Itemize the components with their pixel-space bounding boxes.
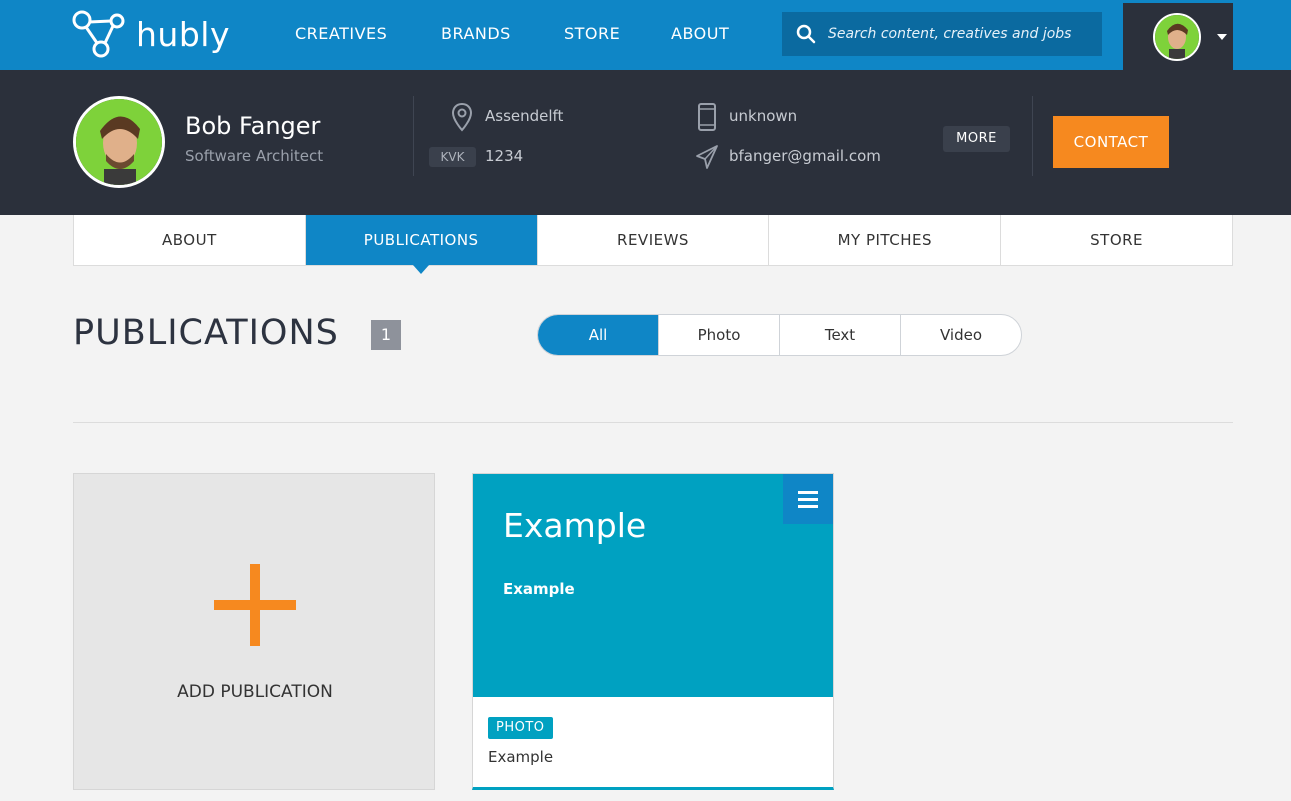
publication-caption: Example xyxy=(488,748,554,766)
hubly-logo[interactable]: hubly xyxy=(72,8,232,60)
nav-store[interactable]: STORE xyxy=(564,24,620,43)
divider xyxy=(413,96,414,176)
chevron-down-icon xyxy=(1217,33,1227,40)
section-divider xyxy=(73,422,1233,423)
type-filter: All Photo Text Video xyxy=(537,314,1022,356)
profile-role: Software Architect xyxy=(185,147,324,165)
nav-about[interactable]: ABOUT xyxy=(671,24,729,43)
filter-photo[interactable]: Photo xyxy=(659,315,780,355)
hamburger-menu-icon[interactable] xyxy=(783,474,833,524)
top-navbar: hubly CREATIVES BRANDS STORE ABOUT xyxy=(0,0,1291,70)
add-publication-label: ADD PUBLICATION xyxy=(177,682,333,702)
nav-brands[interactable]: BRANDS xyxy=(441,24,511,43)
divider xyxy=(1032,96,1033,176)
kvk-number: 1234 xyxy=(485,147,524,165)
profile-email[interactable]: bfanger@gmail.com xyxy=(729,147,881,165)
filter-text[interactable]: Text xyxy=(780,315,901,355)
publication-card[interactable]: Example Example PHOTO Example xyxy=(472,473,834,790)
tab-store[interactable]: STORE xyxy=(1001,215,1232,265)
plus-icon xyxy=(214,564,296,646)
tab-about[interactable]: ABOUT xyxy=(74,215,306,265)
more-button[interactable]: MORE xyxy=(943,126,1010,152)
publication-count-badge: 1 xyxy=(371,320,401,350)
publication-type-badge: PHOTO xyxy=(488,717,553,739)
profile-header: Bob Fanger Software Architect Assendelft… xyxy=(0,70,1291,215)
brand-name: hubly xyxy=(136,14,230,54)
phone-icon xyxy=(698,103,716,131)
page-title: PUBLICATIONS xyxy=(73,313,339,353)
hubly-logo-icon xyxy=(72,10,125,58)
profile-location: Assendelft xyxy=(485,107,564,125)
location-pin-icon xyxy=(451,102,473,132)
publication-cover: Example Example xyxy=(473,474,833,697)
tab-reviews[interactable]: REVIEWS xyxy=(538,215,770,265)
filter-all[interactable]: All xyxy=(538,315,659,355)
filter-video[interactable]: Video xyxy=(901,315,1021,355)
contact-button[interactable]: CONTACT xyxy=(1053,116,1169,168)
nav-creatives[interactable]: CREATIVES xyxy=(295,24,387,43)
profile-tabs: ABOUT PUBLICATIONS REVIEWS MY PITCHES ST… xyxy=(73,215,1233,274)
publication-subtitle: Example xyxy=(503,580,575,598)
search-box xyxy=(782,12,1102,56)
tab-publications[interactable]: PUBLICATIONS xyxy=(305,215,538,274)
publication-title: Example xyxy=(503,506,647,545)
profile-name: Bob Fanger xyxy=(185,112,321,140)
tab-my-pitches[interactable]: MY PITCHES xyxy=(769,215,1002,265)
send-icon xyxy=(696,145,718,169)
search-input[interactable] xyxy=(828,26,1098,42)
profile-avatar xyxy=(73,96,165,188)
kvk-badge: KVK xyxy=(429,147,476,167)
add-publication-card[interactable]: ADD PUBLICATION xyxy=(73,473,435,790)
user-menu[interactable] xyxy=(1123,3,1233,70)
profile-phone: unknown xyxy=(729,107,798,125)
avatar xyxy=(1153,12,1201,61)
search-icon xyxy=(796,24,816,44)
